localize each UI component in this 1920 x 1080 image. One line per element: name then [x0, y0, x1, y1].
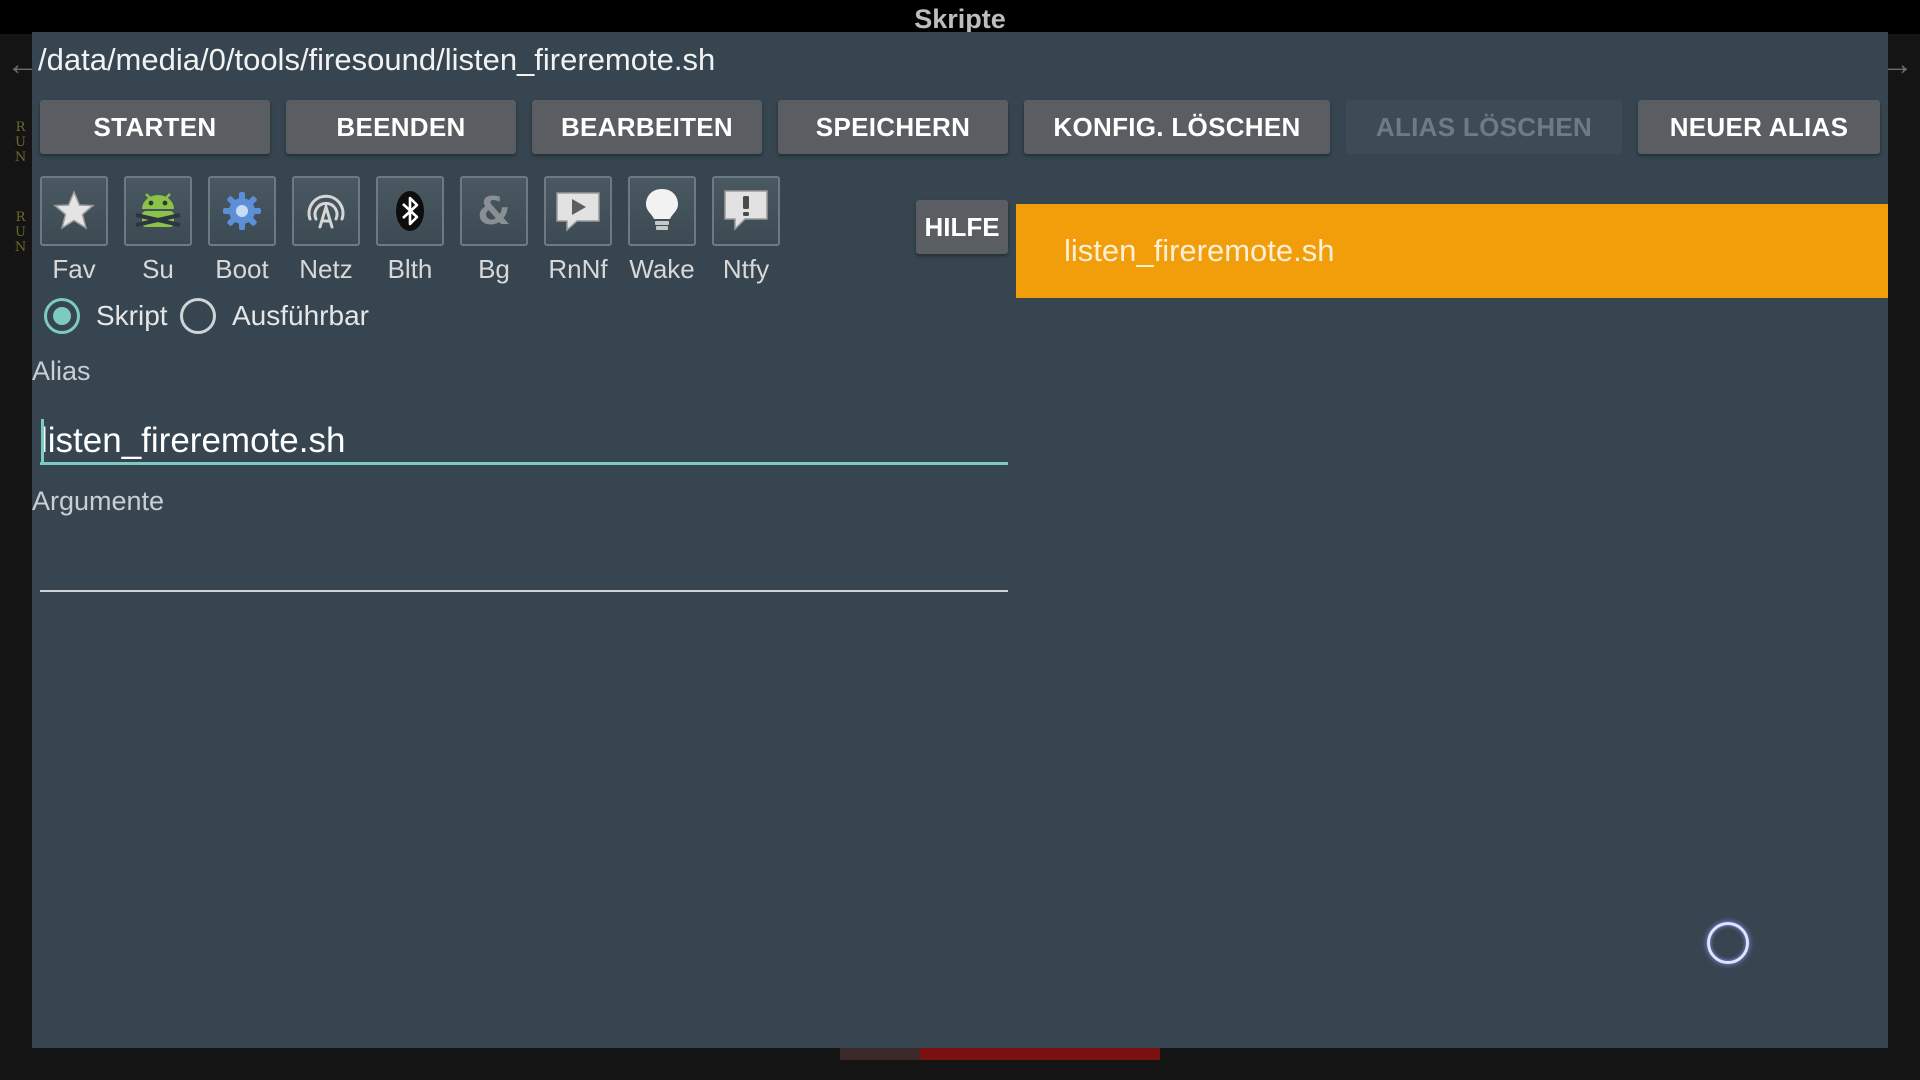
run-tag: RUN: [12, 210, 28, 260]
toggle-fav[interactable]: Fav: [40, 176, 110, 285]
toggle-label: Ntfy: [722, 254, 770, 284]
lightbulb-icon[interactable]: [628, 176, 696, 246]
help-button[interactable]: HILFE: [916, 200, 1008, 254]
toggle-wake[interactable]: Wake: [628, 176, 698, 285]
run-tag-text: RUN: [13, 120, 28, 165]
android-su-icon[interactable]: [124, 176, 192, 246]
delete-config-button[interactable]: KONFIG. LÖSCHEN: [1024, 100, 1330, 154]
alias-list: listen_fireremote.sh: [1016, 204, 1888, 298]
stop-button[interactable]: BEENDEN: [286, 100, 516, 154]
app-title: Skripte: [914, 4, 1006, 34]
radio-executable[interactable]: [180, 298, 216, 334]
toggle-label: RnNf: [548, 254, 608, 284]
alias-label: Alias: [32, 356, 91, 386]
toggle-label: Boot: [215, 254, 269, 284]
toggle-su[interactable]: Su: [124, 176, 194, 285]
toggle-label: Netz: [299, 254, 353, 284]
start-button[interactable]: STARTEN: [40, 100, 270, 154]
script-path: /data/media/0/tools/firesound/listen_fir…: [38, 42, 716, 77]
toggle-label: Fav: [52, 254, 96, 284]
radio-script[interactable]: [44, 298, 80, 334]
svg-text:&: &: [477, 189, 510, 233]
toggle-boot[interactable]: Boot: [208, 176, 278, 285]
toggle-net[interactable]: Netz: [292, 176, 362, 285]
gear-icon[interactable]: [208, 176, 276, 246]
toggle-notify[interactable]: Ntfy: [712, 176, 782, 285]
arguments-label: Argumente: [32, 486, 165, 516]
toggle-background[interactable]: & Bg: [460, 176, 530, 285]
delete-alias-button[interactable]: ALIAS LÖSCHEN: [1346, 100, 1622, 154]
edit-button[interactable]: BEARBEITEN: [532, 100, 762, 154]
toggle-label: Blth: [387, 254, 433, 284]
antenna-icon[interactable]: [292, 176, 360, 246]
toggle-bluetooth[interactable]: Blth: [376, 176, 446, 285]
toggle-label: Wake: [629, 254, 695, 284]
run-tag-text: RUN: [13, 210, 28, 255]
new-alias-button[interactable]: NEUER ALIAS: [1638, 100, 1880, 154]
arguments-input-underline: [40, 590, 1008, 592]
radio-script-label[interactable]: Skript: [96, 300, 168, 332]
toggle-run-notify[interactable]: RnNf: [544, 176, 614, 285]
touch-indicator: [1707, 922, 1749, 964]
exclamation-bubble-icon[interactable]: [712, 176, 780, 246]
action-button-row: STARTEN BEENDEN BEARBEITEN SPEICHERN KON…: [40, 100, 1880, 156]
star-icon[interactable]: [40, 176, 108, 246]
arguments-input[interactable]: [40, 532, 1008, 590]
run-tag: RUN: [12, 120, 28, 170]
save-button[interactable]: SPEICHERN: [778, 100, 1008, 154]
notification-play-icon[interactable]: [544, 176, 612, 246]
alias-list-item[interactable]: listen_fireremote.sh: [1016, 204, 1888, 298]
toggle-label: Su: [142, 254, 174, 284]
ampersand-icon[interactable]: &: [460, 176, 528, 246]
radio-executable-label[interactable]: Ausführbar: [232, 300, 369, 332]
toggle-label: Bg: [478, 254, 510, 284]
script-dialog: /data/media/0/tools/firesound/listen_fir…: [32, 32, 1888, 1048]
text-cursor: [41, 419, 44, 465]
alias-input-underline: [40, 462, 1008, 465]
bluetooth-icon[interactable]: [376, 176, 444, 246]
background-bar: [840, 1046, 1160, 1060]
